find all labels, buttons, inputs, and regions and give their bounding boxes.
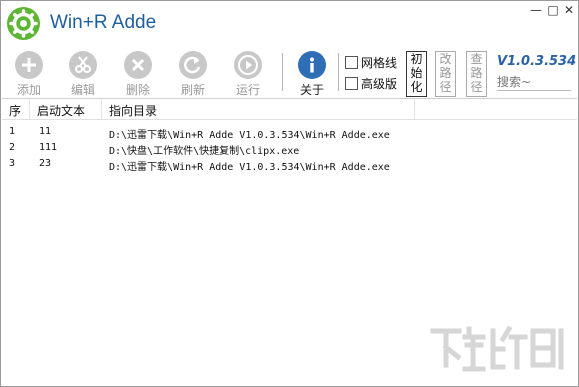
toolbar-divider (338, 53, 339, 91)
scissors-icon (69, 51, 97, 79)
row-index: 1 (9, 126, 16, 137)
app-title: Win+R Adde (50, 12, 157, 33)
add-button[interactable]: 添加 (6, 51, 52, 97)
row-keyword: 111 (39, 142, 58, 153)
row-path: D:\迅雷下载\Win+R Adde V1.0.3.534\Win+R Adde… (109, 162, 390, 173)
column-divider[interactable] (101, 99, 102, 119)
run-button[interactable]: 运行 (225, 51, 271, 97)
run-label: 运行 (235, 83, 260, 97)
column-divider[interactable] (29, 99, 30, 119)
search-input[interactable] (497, 74, 571, 91)
edit-button[interactable]: 编辑 (60, 51, 106, 97)
refresh-button[interactable]: 刷新 (170, 51, 216, 97)
column-header-index[interactable]: 序 (9, 102, 21, 119)
checkbox-box[interactable] (345, 77, 358, 90)
maximize-button[interactable]: □ (546, 3, 560, 17)
gear-logo-icon (7, 7, 40, 40)
refresh-icon (179, 51, 207, 79)
plus-icon (15, 51, 43, 79)
gridlines-checkbox[interactable]: 网格线 (345, 55, 397, 71)
about-button[interactable]: 关于 (289, 51, 335, 97)
advanced-checkbox[interactable]: 高级版 (345, 76, 397, 92)
x-circle-icon (124, 51, 152, 79)
toolbar-divider (282, 53, 283, 91)
minimize-button[interactable]: — (529, 3, 543, 17)
gridlines-label: 网格线 (361, 56, 398, 70)
column-header-path[interactable]: 指向目录 (109, 102, 157, 119)
add-label: 添加 (16, 83, 41, 97)
delete-button[interactable]: 删除 (115, 51, 161, 97)
row-keyword: 11 (39, 126, 52, 137)
column-divider[interactable] (414, 99, 415, 119)
row-index: 3 (9, 158, 16, 169)
row-keyword: 23 (39, 158, 52, 169)
table-row[interactable]: 1 11 D:\迅雷下载\Win+R Adde V1.0.3.534\Win+R… (2, 124, 577, 141)
toolbar: 添加 编辑 删除 刷新 运行 关于 网格线 高级版 初始化 改路径 查路径 (1, 45, 578, 97)
watermark-logo (430, 325, 564, 372)
about-label: 关于 (299, 83, 324, 97)
info-icon (298, 51, 326, 79)
table-header: 序 启动文本 指向目录 (2, 99, 577, 120)
row-path: D:\快盘\工作软件\快捷复制\clipx.exe (109, 146, 300, 157)
advanced-label: 高级版 (361, 77, 398, 91)
close-button[interactable]: ✕ (562, 3, 576, 17)
column-header-keyword[interactable]: 启动文本 (37, 102, 85, 119)
app-window: Win+R Adde — □ ✕ 添加 编辑 删除 刷新 运行 关于 网格线 高… (0, 0, 579, 387)
edit-label: 编辑 (70, 83, 95, 97)
table-row[interactable]: 2 111 D:\快盘\工作软件\快捷复制\clipx.exe (2, 140, 577, 157)
row-path: D:\迅雷下载\Win+R Adde V1.0.3.534\Win+R Adde… (109, 130, 390, 141)
refresh-label: 刷新 (180, 83, 205, 97)
change-path-button[interactable]: 改路径 (435, 51, 456, 97)
play-icon (234, 51, 262, 79)
initialize-button[interactable]: 初始化 (406, 51, 427, 97)
checkbox-box[interactable] (345, 56, 358, 69)
version-label: V1.0.3.534 (497, 54, 577, 69)
check-path-button[interactable]: 查路径 (466, 51, 487, 97)
row-index: 2 (9, 142, 16, 153)
table-row[interactable]: 3 23 D:\迅雷下载\Win+R Adde V1.0.3.534\Win+R… (2, 156, 577, 173)
title-bar[interactable]: Win+R Adde — □ ✕ (1, 1, 578, 45)
delete-label: 删除 (125, 83, 150, 97)
